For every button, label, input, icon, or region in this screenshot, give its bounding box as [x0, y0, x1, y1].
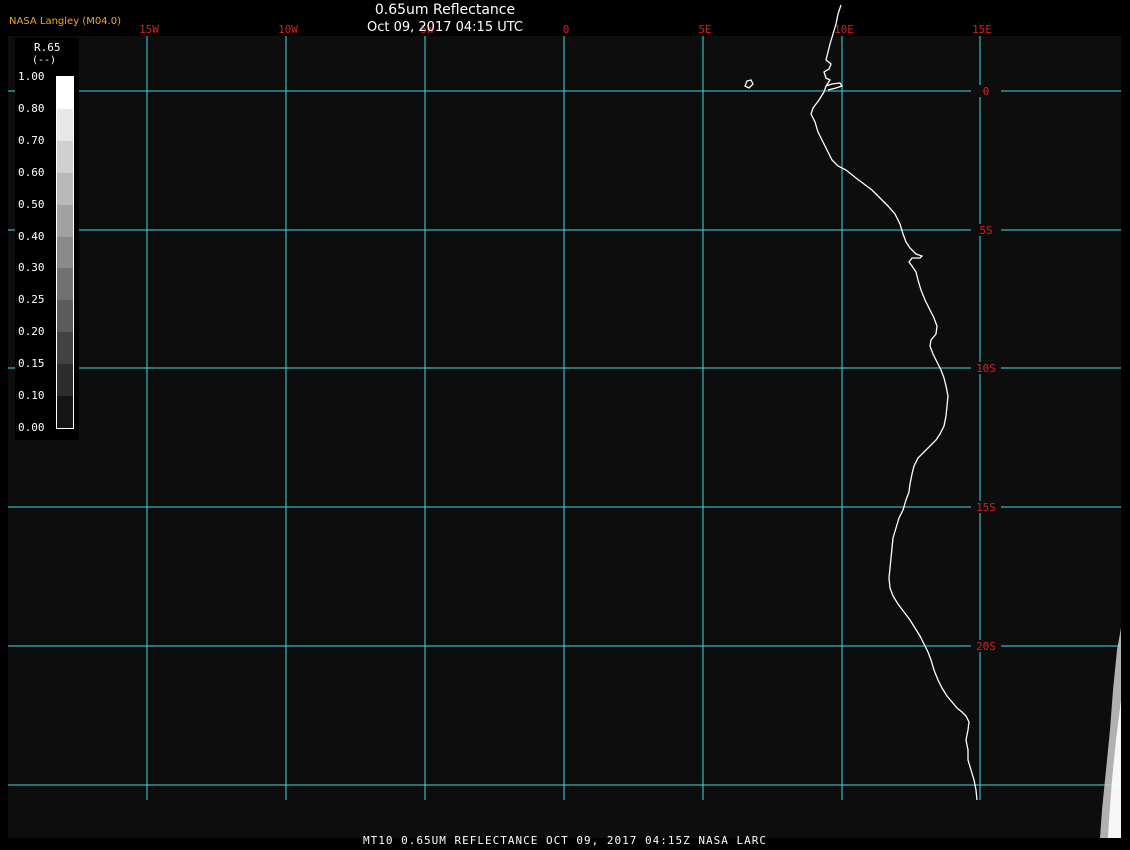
legend-unit: (--)	[32, 55, 57, 66]
legend-color-segment	[57, 108, 73, 142]
longitude-label: 15W	[139, 23, 159, 36]
producer-credit: NASA Langley (M04.0)	[9, 16, 121, 27]
image-timestamp: Oct 09, 2017 04:15 UTC	[367, 20, 523, 35]
latitude-label: 10S	[976, 362, 996, 375]
legend-tick-label: 0.10	[18, 389, 45, 403]
legend-tick-label: 0.60	[18, 165, 45, 179]
reflectance-map: 15W 10W 5W 0 5E 10E 15E05S10S15S20S	[8, 4, 1121, 838]
legend-color-segment	[57, 204, 73, 238]
legend-color-segment	[57, 236, 73, 269]
footer-caption: MT10 0.65UM REFLECTANCE OCT 09, 2017 04:…	[363, 834, 767, 847]
longitude-label: 10E	[834, 23, 854, 36]
legend-tick-label: 0.20	[18, 325, 45, 339]
legend-color-bar	[56, 76, 74, 429]
legend-color-segment	[57, 140, 73, 174]
color-scale-legend: R.65 (--) 1.00 0.80 0.70 0.60 0.50 0.40 0.30 0.…	[15, 38, 79, 440]
legend-tick-label: 0.40	[18, 229, 45, 243]
latitude-label: 20S	[976, 640, 996, 653]
legend-tick-label: 0.80	[18, 101, 45, 115]
legend-color-segment	[57, 396, 73, 429]
longitude-label: 15E	[972, 23, 992, 36]
legend-tick-label: 0.70	[18, 133, 45, 147]
legend-tick-label: 0.15	[18, 357, 45, 371]
latitude-label: 0	[983, 85, 990, 98]
legend-color-segment	[57, 300, 73, 333]
longitude-label: 5E	[698, 23, 711, 36]
latitude-label: 5S	[979, 224, 992, 237]
product-title: 0.65um Reflectance	[374, 2, 516, 18]
legend-color-segment	[57, 77, 73, 110]
legend-tick-label: 0.30	[18, 261, 45, 275]
latitude-label: 15S	[976, 501, 996, 514]
legend-tick-label: 0.25	[18, 293, 45, 307]
legend-color-segment	[57, 364, 73, 397]
legend-tick-label: 1.00	[18, 70, 45, 83]
legend-tick-label: 0.00	[18, 421, 45, 434]
legend-color-segment	[57, 268, 73, 301]
legend-color-segment	[57, 332, 73, 365]
legend-color-segment	[57, 172, 73, 206]
longitude-label: 10W	[278, 23, 298, 36]
legend-tick-label: 0.50	[18, 197, 45, 211]
legend-variable: R.65	[34, 41, 61, 54]
